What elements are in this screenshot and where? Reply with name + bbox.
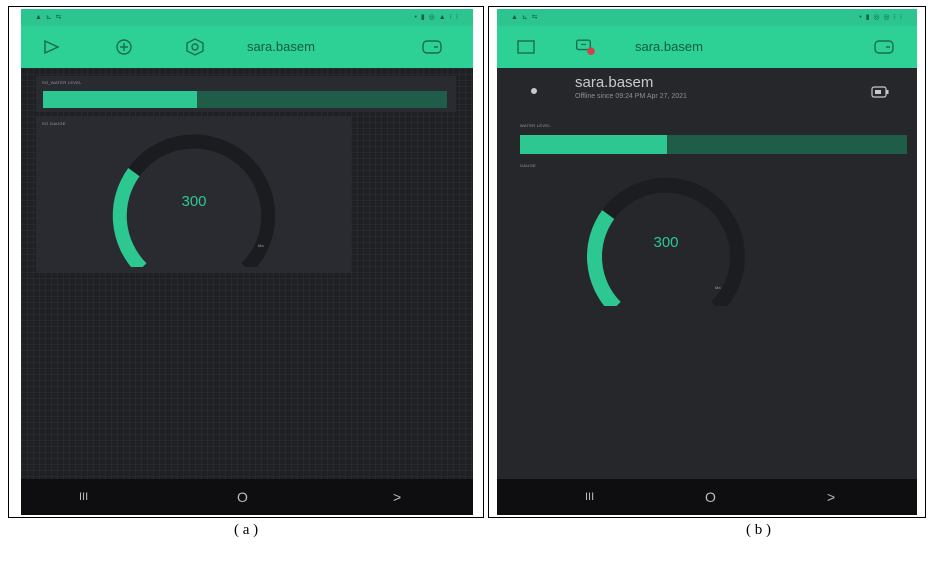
add-widget-icon[interactable]: [113, 36, 135, 58]
caption-a: ( a ): [234, 522, 259, 538]
back-button[interactable]: >: [393, 489, 401, 505]
widget-label: SO_WATER LEVEL: [42, 80, 82, 85]
status-icons-left: ▲ ⊾ ⇆: [511, 14, 539, 21]
device-icon[interactable]: [873, 36, 895, 58]
gauge-value: 300: [181, 193, 207, 210]
gauge-fill: [587, 210, 621, 306]
device-alert-icon[interactable]: [575, 36, 597, 58]
water-level-widget[interactable]: SO_WATER LEVEL: [36, 76, 456, 112]
phone-screen-b: ▲ ⊾ ⇆ • ▮ ◎ ◎ ⁝ ⁝ sara.basem sara.basem …: [497, 9, 917, 515]
menu-square-icon[interactable]: [515, 36, 537, 58]
recents-button[interactable]: III: [79, 491, 88, 503]
phone-screen-a: ▲ ⊾ ⇆ • ▮ ◎ ▲ ⁝ ⁝ sara.basem SO_WATER LE…: [21, 9, 473, 515]
gauge-fill: [112, 167, 147, 267]
android-navbar: III O >: [497, 479, 917, 515]
level-bar-fill: [43, 91, 197, 108]
home-button[interactable]: O: [705, 489, 716, 505]
status-icons-right: • ▮ ◎ ▲ ⁝ ⁝: [414, 14, 459, 21]
status-icons-right: • ▮ ◎ ◎ ⁝ ⁝: [859, 14, 903, 21]
device-icon[interactable]: [421, 36, 443, 58]
project-title: sara.basem: [635, 39, 703, 54]
caption-b: ( b ): [746, 522, 771, 538]
widget-label: GAUGE: [520, 163, 536, 168]
offline-dot-icon: [531, 88, 537, 94]
app-toolbar: sara.basem: [21, 26, 473, 68]
play-icon[interactable]: [41, 36, 63, 58]
app-toolbar: sara.basem: [497, 26, 917, 68]
gauge-max-label: Ma: [715, 285, 721, 290]
dashboard-canvas: SO_WATER LEVEL SO GAUGE 300 0 Ma: [21, 68, 473, 479]
widget-label: SO GAUGE: [42, 121, 66, 126]
gauge-min-label: 0: [595, 285, 598, 290]
status-icons-left: ▲ ⊾ ⇆: [35, 14, 63, 21]
gauge-min-label: 0: [124, 243, 127, 248]
project-title: sara.basem: [247, 39, 315, 54]
android-navbar: III O >: [21, 479, 473, 515]
status-bar: ▲ ⊾ ⇆ • ▮ ◎ ◎ ⁝ ⁝: [497, 9, 917, 26]
gauge-value: 300: [653, 234, 679, 251]
gauge-widget[interactable]: SO GAUGE 300 0 Ma: [36, 117, 351, 273]
level-bar: [43, 91, 447, 108]
widget-label: WATER LEVEL: [520, 123, 551, 128]
back-button[interactable]: >: [827, 489, 835, 505]
device-name: sara.basem: [575, 74, 654, 91]
gauge-max-label: Ma: [258, 243, 264, 248]
screenshot-panel-b: ▲ ⊾ ⇆ • ▮ ◎ ◎ ⁝ ⁝ sara.basem sara.basem …: [488, 6, 926, 518]
level-bar-fill: [520, 135, 668, 154]
screenshot-panel-a: ▲ ⊾ ⇆ • ▮ ◎ ▲ ⁝ ⁝ sara.basem SO_WATER LE…: [8, 6, 484, 518]
level-bar: [520, 135, 907, 154]
battery-icon[interactable]: [871, 86, 889, 98]
device-info-header: sara.basem Offline since 09:24 PM Apr 27…: [497, 68, 917, 118]
status-bar: ▲ ⊾ ⇆ • ▮ ◎ ▲ ⁝ ⁝: [21, 9, 473, 26]
settings-icon[interactable]: [184, 36, 206, 58]
home-button[interactable]: O: [237, 489, 248, 505]
recents-button[interactable]: III: [585, 491, 594, 503]
dashboard-canvas: WATER LEVEL GAUGE 300 0 Ma: [497, 118, 917, 479]
device-status: Offline since 09:24 PM Apr 27, 2021: [575, 93, 687, 100]
